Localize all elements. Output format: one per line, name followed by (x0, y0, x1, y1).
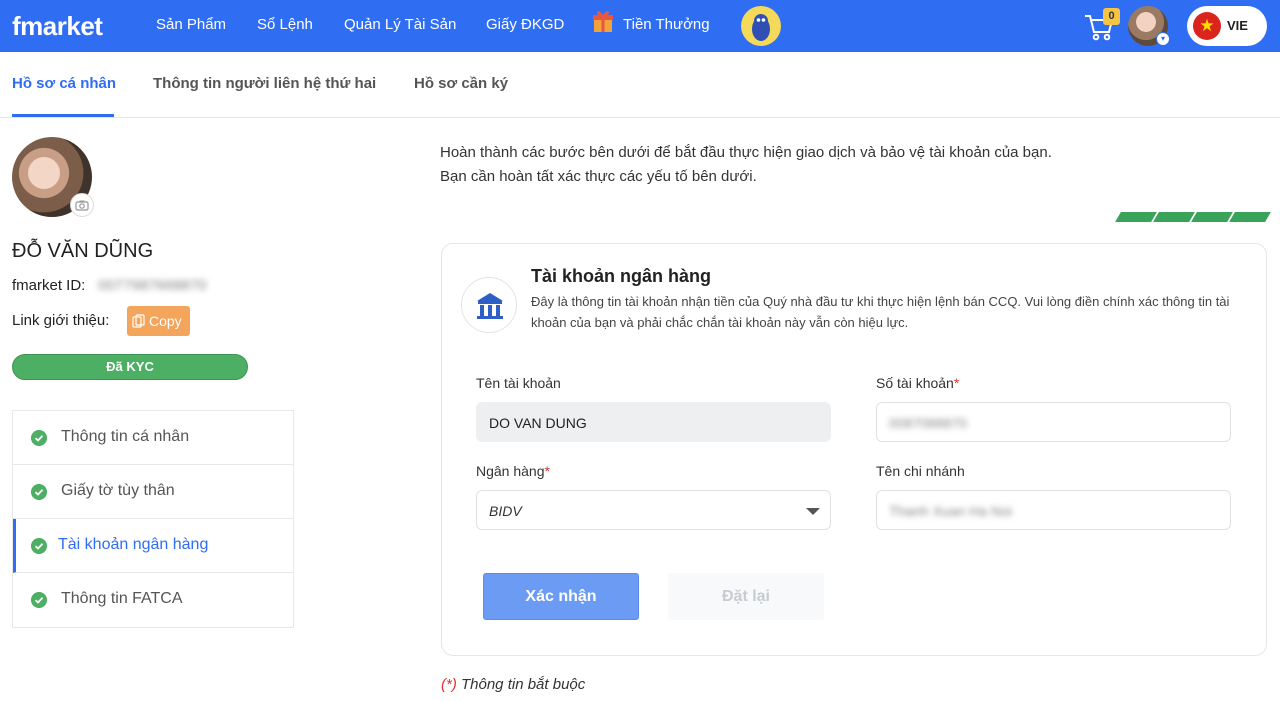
account-name-value: DO VAN DUNG (489, 415, 587, 431)
nav-rewards[interactable]: Tiền Thưởng (623, 16, 710, 33)
nav-trading-registration[interactable]: Giấy ĐKGD (486, 16, 564, 33)
branch-field[interactable]: Thanh Xuan Ha Noi (876, 490, 1231, 530)
step-personal-info[interactable]: Thông tin cá nhân (13, 411, 293, 465)
top-navbar: fmarket Sản Phẩm Sổ Lệnh Quản Lý Tài Sản… (0, 0, 1280, 52)
required-footnote-mark: (*) (441, 676, 457, 693)
mascot-icon[interactable] (741, 6, 781, 46)
step-bank-account[interactable]: Tài khoản ngân hàng (13, 519, 293, 573)
check-icon (31, 430, 47, 446)
bank-select-value: BIDV (489, 503, 522, 519)
nav-asset-management[interactable]: Quản Lý Tài Sản (344, 16, 456, 33)
label-text: Số tài khoản (876, 375, 954, 391)
chevron-down-icon (806, 508, 820, 515)
required-footnote-text: Thông tin bắt buộc (456, 676, 586, 693)
check-icon (31, 484, 47, 500)
fmarket-id-label: fmarket ID: (12, 277, 86, 294)
bank-icon (461, 277, 517, 333)
step-identity-documents[interactable]: Giấy tờ tùy thân (13, 465, 293, 519)
kyc-status-badge: Đã KYC (12, 354, 248, 380)
reset-button[interactable]: Đặt lại (668, 573, 824, 620)
bank-select[interactable]: BIDV (476, 490, 831, 530)
verification-steps: Thông tin cá nhân Giấy tờ tùy thân Tài k… (12, 410, 294, 628)
branch-label: Tên chi nhánh (876, 463, 965, 479)
branch-value: Thanh Xuan Ha Noi (889, 503, 1012, 519)
account-number-field[interactable]: 0087088870 (876, 402, 1231, 442)
tab-personal-profile[interactable]: Hồ sơ cá nhân (12, 75, 116, 92)
progress-segment (1115, 212, 1157, 222)
required-mark: * (544, 463, 550, 479)
required-mark: * (953, 375, 960, 391)
progress-segment (1191, 212, 1233, 222)
language-label: VIE (1227, 18, 1248, 33)
fmarket-id-value: 0077987668870 (98, 277, 207, 294)
account-number-value: 0087088870 (889, 415, 967, 431)
intro-text: Hoàn thành các bước bên dưới để bắt đầu … (440, 141, 1052, 189)
account-number-label: Số tài khoản* (876, 375, 959, 391)
copy-icon (132, 314, 145, 328)
intro-line: Hoàn thành các bước bên dưới để bắt đầu … (440, 144, 1052, 161)
tab-secondary-contact[interactable]: Thông tin người liên hệ thứ hai (153, 75, 376, 92)
required-footnote: (*) Thông tin bắt buộc (441, 676, 585, 693)
gift-icon[interactable] (592, 9, 614, 33)
progress-segment (1229, 212, 1271, 222)
vietnam-flag-icon: ★ (1193, 12, 1221, 40)
cart-count-badge: 0 (1103, 8, 1120, 25)
step-label: Giấy tờ tùy thân (61, 482, 175, 499)
nav-products[interactable]: Sản Phẩm (156, 16, 226, 33)
profile-name: ĐỖ VĂN DŨNG (12, 240, 154, 262)
language-switcher[interactable]: ★ VIE (1187, 6, 1267, 46)
nav-order-book[interactable]: Sổ Lệnh (257, 16, 313, 33)
step-fatca[interactable]: Thông tin FATCA (13, 573, 293, 627)
fmarket-logo[interactable]: fmarket (12, 11, 103, 42)
step-label: Thông tin cá nhân (61, 428, 190, 445)
chevron-down-icon[interactable]: ▾ (1156, 32, 1170, 46)
intro-line: Bạn cần hoàn tất xác thực các yếu tố bên… (440, 168, 757, 185)
step-label: Thông tin FATCA (61, 590, 183, 607)
account-name-field: DO VAN DUNG (476, 402, 831, 442)
progress-segment (1153, 212, 1195, 222)
bank-label: Ngân hàng* (476, 463, 550, 479)
profile-tabs: Hồ sơ cá nhân Thông tin người liên hệ th… (0, 52, 1280, 118)
copy-label: Copy (149, 313, 182, 329)
account-name-label: Tên tài khoản (476, 375, 561, 391)
step-label: Tài khoản ngân hàng (58, 536, 209, 553)
tab-documents-to-sign[interactable]: Hồ sơ cần ký (414, 75, 508, 92)
check-icon (31, 538, 47, 554)
camera-icon[interactable] (70, 193, 94, 217)
check-icon (31, 592, 47, 608)
active-tab-indicator (12, 114, 114, 117)
copy-referral-button[interactable]: Copy (127, 306, 190, 336)
confirm-button[interactable]: Xác nhận (483, 573, 639, 620)
referral-link-label: Link giới thiệu: (12, 312, 110, 329)
card-description: Đây là thông tin tài khoản nhận tiền của… (531, 294, 1230, 330)
card-title: Tài khoản ngân hàng (531, 266, 712, 286)
label-text: Ngân hàng (476, 463, 545, 479)
